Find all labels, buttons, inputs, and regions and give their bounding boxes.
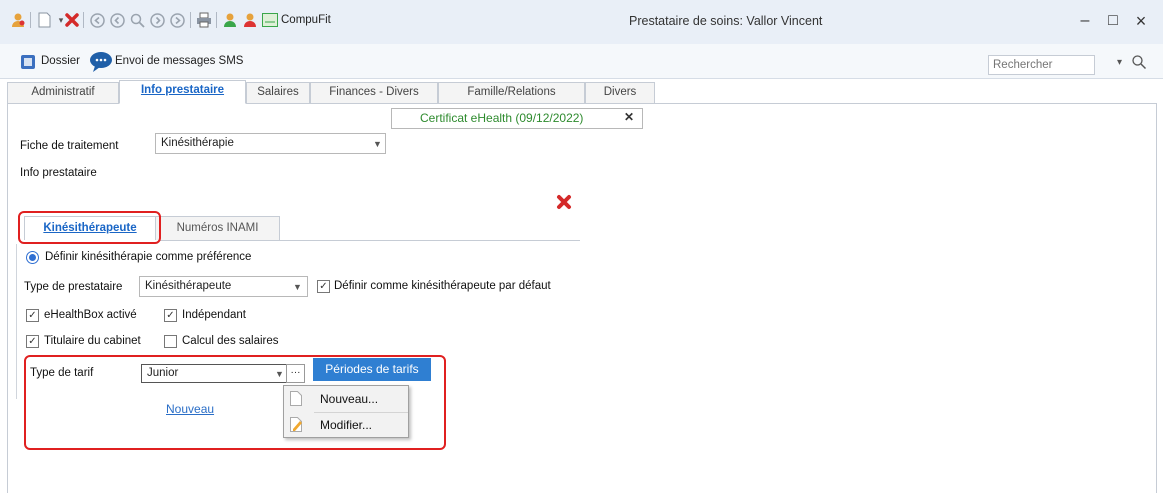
tab-divers[interactable]: Divers — [585, 82, 655, 103]
new-document-icon[interactable] — [36, 12, 52, 28]
minimize-button[interactable]: – — [1072, 8, 1098, 34]
user-green-icon[interactable] — [222, 12, 238, 28]
toolbar-separator — [30, 12, 31, 28]
menu-item-modifier-label: Modifier... — [320, 418, 373, 432]
ellipsis-button[interactable]: ··· — [286, 364, 305, 383]
fiche-de-traitement-value: Kinésithérapie — [161, 137, 234, 149]
tab-famille-relations[interactable]: Famille/Relations — [438, 82, 585, 103]
calcul-salaires-checkbox[interactable] — [164, 335, 177, 348]
ehealth-certificate-text: Certificat eHealth (09/12/2022) — [420, 111, 584, 125]
periodes-de-tarifs-button[interactable]: Périodes de tarifs — [313, 358, 431, 381]
window-title: Prestataire de soins: Vallor Vincent — [629, 14, 823, 28]
dossier-icon[interactable] — [18, 52, 38, 72]
default-kine-checkbox[interactable]: ✓ — [317, 280, 330, 293]
tab-finances-divers[interactable]: Finances - Divers — [310, 82, 438, 103]
type-prestataire-label: Type de prestataire — [24, 281, 123, 293]
chevron-down-icon: ▼ — [373, 139, 382, 149]
menu-item-nouveau-label: Nouveau... — [320, 392, 379, 406]
fiche-de-traitement-label: Fiche de traitement — [20, 140, 119, 152]
type-prestataire-select[interactable]: Kinésithérapeute ▼ — [139, 276, 308, 297]
default-kine-label: Définir comme kinésithérapeute par défau… — [334, 280, 551, 292]
independant-label: Indépendant — [182, 309, 246, 321]
tab-numeros-inami[interactable]: Numéros INAMI — [155, 216, 280, 240]
first-record-icon[interactable] — [89, 12, 105, 28]
ehealthbox-checkbox[interactable]: ✓ — [26, 309, 39, 322]
last-record-icon[interactable] — [169, 12, 185, 28]
certificate-close-icon[interactable]: ✕ — [624, 110, 634, 124]
compufit-icon[interactable] — [262, 12, 278, 28]
tab-strip-line — [655, 103, 1157, 104]
sms-button[interactable]: Envoi de messages SMS — [115, 55, 243, 67]
user-red-icon[interactable] — [242, 12, 258, 28]
fiche-de-traitement-select[interactable]: Kinésithérapie ▼ — [155, 133, 386, 154]
inner-tab-strip-line — [160, 240, 580, 241]
type-de-tarif-label: Type de tarif — [30, 367, 94, 379]
tab-salaires[interactable]: Salaires — [246, 82, 310, 103]
menu-item-modifier[interactable]: Modifier... — [284, 413, 408, 437]
search-magnifier-icon[interactable] — [1131, 54, 1147, 70]
toolbar-separator — [83, 12, 84, 28]
edit-icon — [290, 417, 302, 432]
search-icon[interactable] — [129, 12, 145, 28]
next-record-icon[interactable] — [149, 12, 165, 28]
context-menu: Nouveau... Modifier... — [283, 385, 409, 438]
ehealthbox-label: eHealthBox activé — [44, 309, 137, 321]
sms-icon[interactable] — [88, 50, 114, 74]
preference-radio-label: Définir kinésithérapie comme préférence — [45, 251, 252, 263]
independant-checkbox[interactable]: ✓ — [164, 309, 177, 322]
info-prestataire-label: Info prestataire — [20, 167, 97, 179]
chevron-down-icon: ▼ — [275, 369, 284, 379]
preference-radio[interactable] — [26, 251, 39, 264]
nouveau-link[interactable]: Nouveau — [166, 402, 214, 416]
maximize-button[interactable]: □ — [1100, 8, 1126, 34]
new-document-icon — [290, 391, 302, 406]
delete-icon[interactable] — [555, 193, 573, 211]
tab-kinesitherapeute[interactable]: Kinésithérapeute — [24, 216, 156, 240]
previous-record-icon[interactable] — [109, 12, 125, 28]
print-icon[interactable] — [196, 12, 212, 28]
tab-info-prestataire[interactable]: Info prestataire — [119, 80, 246, 104]
search-dropdown-icon[interactable]: ▾ — [1117, 57, 1122, 68]
compufit-label[interactable]: CompuFit — [281, 14, 331, 26]
chevron-down-icon: ▼ — [293, 282, 302, 292]
toolbar-separator — [190, 12, 191, 28]
toolbar-separator — [216, 12, 217, 28]
menu-item-nouveau[interactable]: Nouveau... — [284, 387, 408, 411]
type-prestataire-value: Kinésithérapeute — [145, 280, 232, 292]
close-button[interactable]: × — [1128, 8, 1154, 34]
inner-panel-border — [16, 244, 17, 399]
calcul-salaires-label: Calcul des salaires — [182, 335, 279, 347]
titulaire-checkbox[interactable]: ✓ — [26, 335, 39, 348]
search-input[interactable] — [988, 55, 1095, 75]
tab-administratif[interactable]: Administratif — [7, 82, 119, 103]
delete-icon[interactable] — [64, 12, 80, 28]
dossier-button[interactable]: Dossier — [41, 55, 80, 67]
type-de-tarif-select[interactable]: Junior ▼ — [141, 364, 288, 383]
person-icon[interactable] — [10, 12, 26, 28]
type-de-tarif-value: Junior — [147, 367, 179, 379]
titulaire-label: Titulaire du cabinet — [44, 335, 141, 347]
